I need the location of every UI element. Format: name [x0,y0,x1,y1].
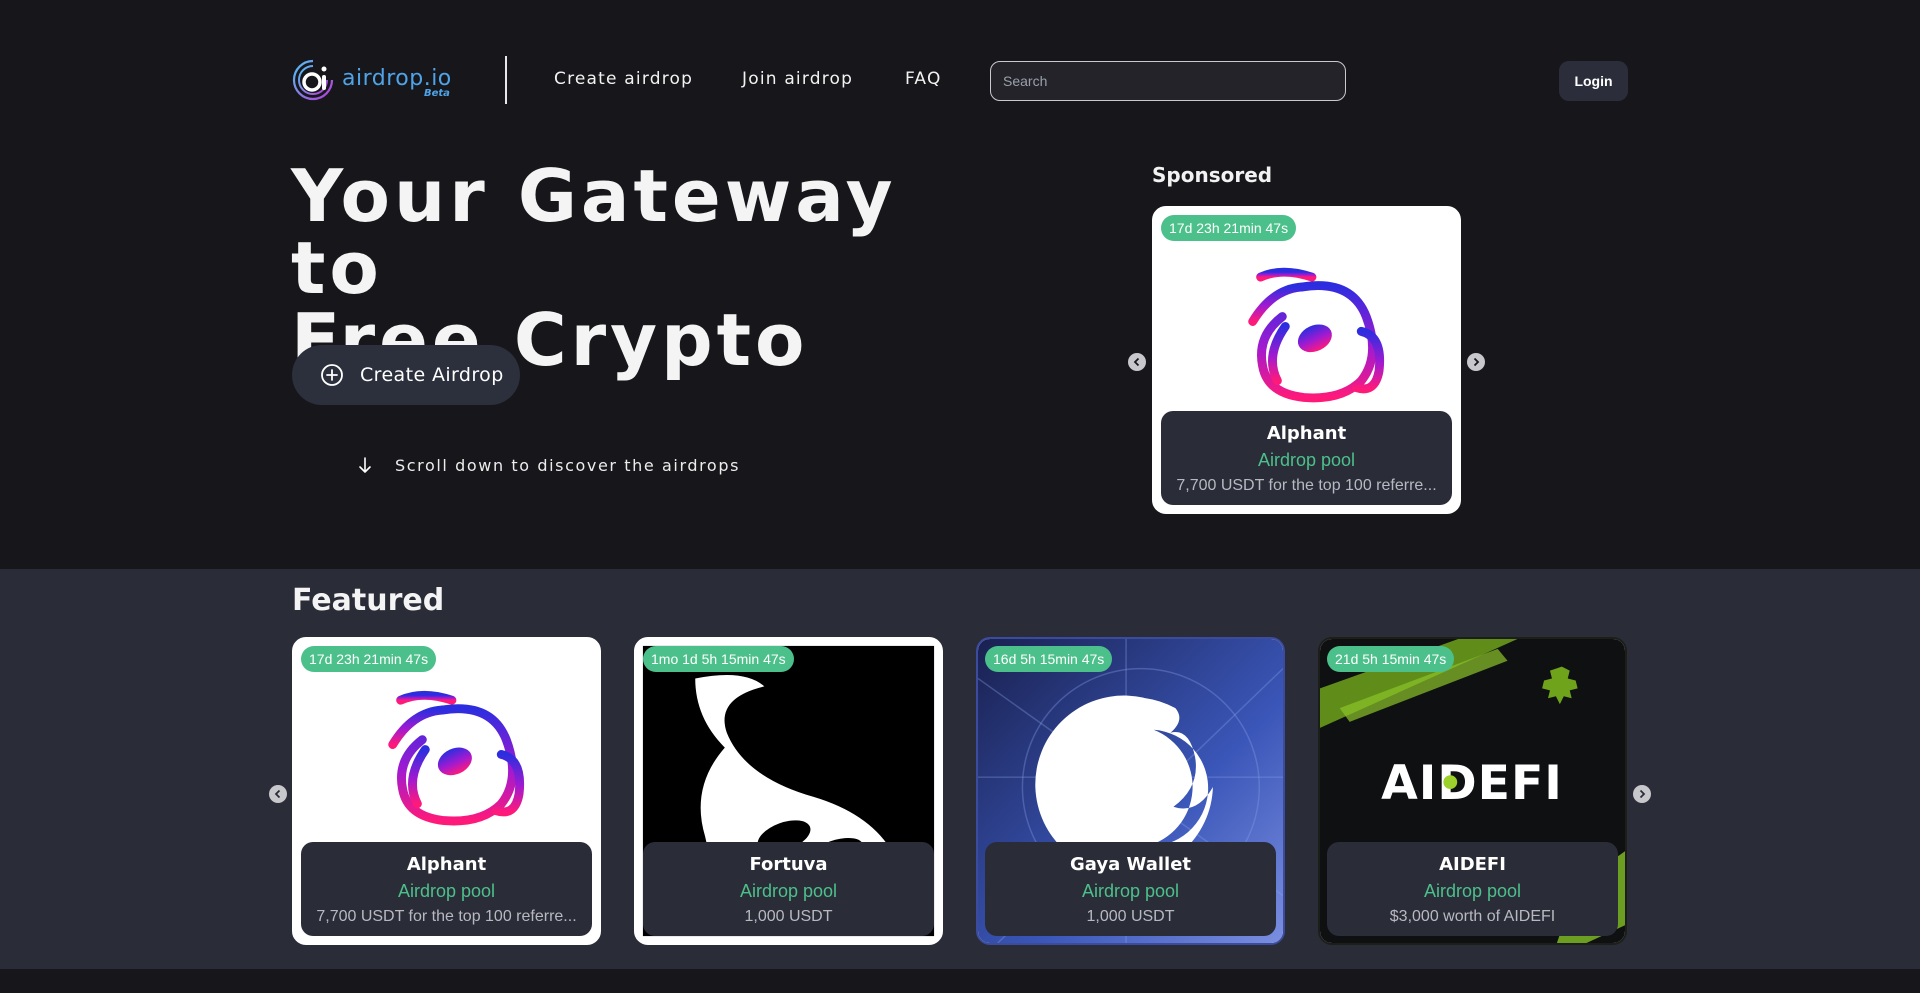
card-description: 1,000 USDT [744,908,833,925]
card-description: 7,700 USDT for the top 100 referre... [1176,477,1437,494]
sponsored-next-button[interactable] [1467,353,1485,371]
featured-card-fortuva[interactable]: 1mo 1d 5h 15min 47s Fortuva Airdrop pool… [634,637,943,945]
nav-link-faq[interactable]: FAQ [905,69,942,89]
chevron-left-icon [274,789,281,799]
logo-text: airdrop.io [342,65,452,91]
chevron-left-icon [1133,357,1140,367]
sponsored-card-alphant[interactable]: 17d 23h 21min 47s Alphant Airdrop pool 7… [1152,206,1461,514]
card-name: AIDEFI [1439,854,1506,875]
countdown-badge: 1mo 1d 5h 15min 47s [643,646,794,672]
featured-prev-button[interactable] [269,785,287,803]
countdown-badge: 17d 23h 21min 47s [1161,215,1297,241]
chevron-right-icon [1473,357,1480,367]
sponsored-heading: Sponsored [1152,163,1273,187]
beta-badge: Beta [424,88,450,99]
scroll-hint-text: Scroll down to discover the airdrops [395,455,741,475]
countdown-badge: 16d 5h 15min 47s [985,646,1113,672]
scroll-hint: Scroll down to discover the airdrops [357,455,740,475]
card-pool-label: Airdrop pool [1257,450,1356,470]
card-pool-label: Airdrop pool [1081,881,1180,901]
top-nav: airdrop.io Beta Create airdrop Join aird… [292,54,1628,106]
countdown-badge: 17d 23h 21min 47s [301,646,437,672]
card-pool-label: Airdrop pool [1423,881,1522,901]
card-description: $3,000 worth of AIDEFI [1389,908,1556,925]
page-bottom-strip [0,969,1920,993]
sponsored-prev-button[interactable] [1128,353,1146,371]
featured-heading: Featured [292,583,445,618]
arrow-down-icon [359,457,371,473]
featured-next-button[interactable] [1633,785,1651,803]
search-input[interactable] [990,61,1346,101]
featured-card-aidefi[interactable]: AIDEFI 21d 5h 15min 47s AIDEFI Airdrop p… [1318,637,1627,945]
plus-circle-icon [321,364,343,386]
card-info-panel: AIDEFI Airdrop pool $3,000 worth of AIDE… [1327,842,1618,936]
countdown-badge: 21d 5h 15min 47s [1327,646,1455,672]
card-info-panel: Fortuva Airdrop pool 1,000 USDT [643,842,934,936]
airdrop-io-logo[interactable]: airdrop.io Beta [292,54,462,106]
card-name: Gaya Wallet [1069,854,1192,875]
featured-section [0,569,1920,969]
hero-title: Your Gateway to Free Crypto [291,160,1011,376]
nav-link-create-airdrop[interactable]: Create airdrop [554,69,693,89]
card-info-panel: Gaya Wallet Airdrop pool 1,000 USDT [985,842,1276,936]
featured-card-gaya-wallet[interactable]: 16d 5h 15min 47s Gaya Wallet Airdrop poo… [976,637,1285,945]
create-airdrop-button[interactable]: Create Airdrop [292,345,520,405]
card-name: Alphant [406,854,487,875]
nav-link-join-airdrop[interactable]: Join airdrop [742,69,853,89]
login-button[interactable]: Login [1559,61,1628,101]
chevron-right-icon [1639,789,1646,799]
airdrop-logo-icon [292,59,334,101]
hero-title-line-1: Your Gateway to [291,154,897,310]
card-name: Alphant [1266,423,1347,444]
aidefi-logo-text: AIDEFI [1381,756,1563,811]
card-description: 1,000 USDT [1086,908,1175,925]
card-pool-label: Airdrop pool [397,881,496,901]
card-description: 7,700 USDT for the top 100 referre... [316,908,577,925]
card-name: Fortuva [749,854,828,875]
card-pool-label: Airdrop pool [739,881,838,901]
featured-card-alphant[interactable]: 17d 23h 21min 47s Alphant Airdrop pool 7… [292,637,601,945]
card-info-panel: Alphant Airdrop pool 7,700 USDT for the … [1161,411,1452,505]
card-info-panel: Alphant Airdrop pool 7,700 USDT for the … [301,842,592,936]
nav-divider [505,56,507,104]
create-airdrop-label: Create Airdrop [360,364,504,386]
